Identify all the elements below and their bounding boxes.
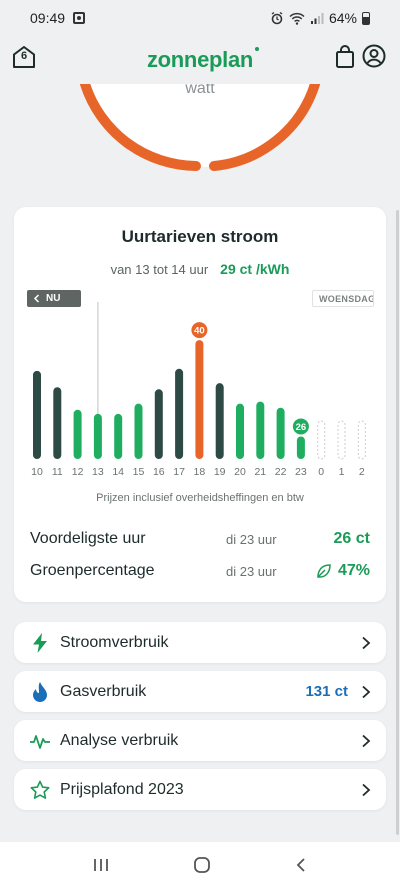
hour-tick-label: 14 (112, 466, 124, 477)
price-bar-empty[interactable] (357, 420, 366, 460)
system-navigation-bar (0, 842, 400, 888)
hour-tick-label: 11 (52, 466, 63, 477)
price-bar[interactable] (53, 387, 62, 459)
price-bar-empty[interactable] (337, 420, 346, 460)
app-header: 6 zonneplan (0, 36, 400, 84)
price-bar[interactable] (73, 409, 82, 459)
nav-electricity-label: Stroomverbruik (60, 633, 169, 651)
scrollbar[interactable] (396, 210, 399, 835)
price-bar[interactable] (175, 368, 184, 459)
chevron-right-icon (362, 783, 371, 796)
price-bar[interactable] (93, 413, 102, 459)
green-percentage-value: 47% (337, 562, 370, 579)
status-time: 09:49 (30, 10, 66, 26)
current-hour-info: van 13 tot 14 uur 29 ct /kWh (14, 261, 386, 277)
status-icons: 64% (270, 10, 370, 26)
notification-icon (73, 12, 86, 24)
card-title: Uurtarieven stroom (121, 227, 279, 246)
gauge-ring (80, 84, 320, 171)
signal-icon (310, 12, 324, 24)
hour-tick-label: 17 (173, 466, 185, 477)
price-bar[interactable] (276, 407, 285, 459)
hour-tick-label: 10 (31, 466, 43, 477)
current-hour-range: van 13 tot 14 uur (110, 262, 209, 277)
hour-tick-label: 16 (153, 466, 165, 477)
green-percentage-time: di 23 uur (226, 563, 277, 579)
back-button[interactable] (294, 857, 308, 873)
chevron-right-icon (362, 636, 371, 649)
nav-usage-analysis[interactable]: Analyse verbruik (14, 720, 386, 761)
hour-tick-label: 22 (275, 466, 287, 477)
flame-icon (30, 681, 50, 702)
price-bar[interactable] (296, 436, 305, 459)
price-bar[interactable] (215, 383, 224, 459)
home-count: 6 (20, 50, 28, 62)
green-percentage-label: Groenpercentage (30, 562, 155, 579)
chevron-right-icon (362, 734, 371, 747)
recent-apps-button[interactable] (92, 857, 110, 873)
price-footnote: Prijzen inclusief overheidsheffingen en … (96, 492, 304, 504)
cheapest-hour-row: Voordeligste uur di 23 uur 26 ct (30, 527, 370, 551)
hour-tick-label: 21 (254, 466, 266, 477)
hour-tick-label: 0 (318, 466, 324, 477)
chevron-right-icon (362, 685, 371, 698)
shop-button[interactable] (334, 45, 356, 69)
price-bar[interactable] (33, 370, 41, 459)
price-annotation-label: 40 (194, 326, 205, 337)
gas-price-value: 131 ct (305, 683, 348, 700)
star-icon (30, 780, 50, 800)
user-icon (362, 44, 386, 68)
price-bar[interactable] (114, 413, 123, 459)
power-gauge (0, 84, 400, 184)
nav-electricity-usage[interactable]: Stroomverbruik (14, 622, 386, 663)
battery-icon (362, 11, 370, 25)
alarm-icon (271, 11, 283, 25)
price-bar[interactable] (134, 403, 143, 459)
hour-tick-label: 12 (72, 466, 84, 477)
price-bar[interactable] (195, 340, 204, 459)
price-bar-chart: 10 11 12 13 14 15 16 17 18 19 20 21 22 23 0 1 24026 (31, 302, 366, 477)
leaf-icon (317, 564, 331, 578)
shopping-bag-icon (336, 45, 354, 68)
nav-analysis-label: Analyse verbruik (60, 731, 179, 749)
price-bar[interactable] (236, 403, 244, 459)
hour-tick-label: 23 (295, 466, 307, 477)
hour-tick-label: 19 (214, 466, 226, 477)
cheapest-hour-time: di 23 uur (226, 531, 277, 547)
battery-percentage: 64% (328, 10, 357, 26)
nav-price-cap-label: Prijsplafond 2023 (60, 780, 184, 798)
price-annotation-label: 26 (296, 422, 307, 433)
cheapest-hour-label: Voordeligste uur (30, 530, 146, 547)
hour-tick-label: 18 (194, 466, 206, 477)
home-button[interactable]: 6 (12, 45, 36, 69)
price-bar[interactable] (154, 389, 163, 459)
price-bar-empty[interactable] (317, 420, 326, 460)
nav-price-cap[interactable]: Prijsplafond 2023 (14, 769, 386, 810)
account-button[interactable] (362, 44, 386, 68)
hourly-prices-card: Uurtarieven stroom van 13 tot 14 uur 29 c… (14, 207, 386, 602)
hour-tick-label: 1 (339, 466, 345, 477)
nav-gas-label: Gasverbruik (60, 682, 147, 700)
hour-tick-label: 13 (92, 466, 104, 477)
home-system-button[interactable] (193, 856, 211, 874)
hour-tick-label: 15 (133, 466, 145, 477)
green-percentage-value-wrap: 47% (316, 562, 370, 580)
lightning-icon (30, 632, 50, 653)
cheapest-hour-value: 26 ct (333, 530, 370, 547)
nav-gas-usage[interactable]: Gasverbruik 131 ct (14, 671, 386, 712)
hour-tick-label: 20 (234, 466, 246, 477)
logo-text: zonneplan (146, 47, 254, 72)
green-percentage-row: Groenpercentage di 23 uur 47% (30, 559, 370, 583)
zonneplan-logo: zonneplan (146, 47, 260, 73)
hour-tick-label: 2 (359, 466, 365, 477)
price-bar[interactable] (256, 401, 265, 459)
pulse-icon (30, 731, 50, 751)
current-price: 29 ct /kWh (220, 261, 290, 277)
status-bar: 09:49 64% (0, 0, 400, 36)
wifi-icon (289, 12, 305, 25)
